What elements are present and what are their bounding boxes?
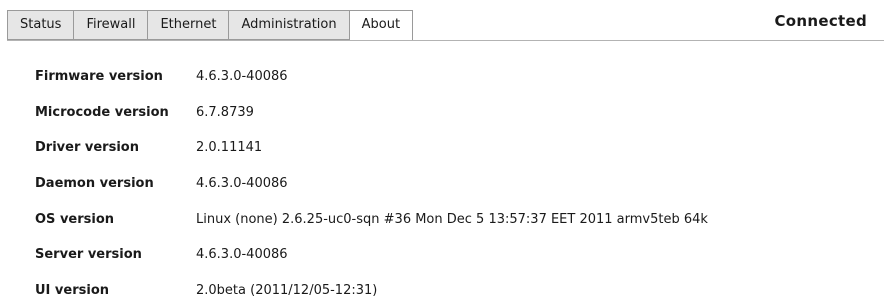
tab-bar: Status Firewall Ethernet Administration …	[7, 10, 414, 41]
microcode-version-label: Microcode version	[35, 104, 169, 120]
about-info-table: Firmware version 4.6.3.0-40086 Microcode…	[35, 60, 708, 307]
info-row-microcode: Microcode version 6.7.8739	[35, 96, 708, 132]
ui-version-label: UI version	[35, 283, 110, 299]
firmware-version-label: Firmware version	[35, 69, 163, 84]
os-version-value: Linux (none) 2.6.25-uc0-sqn #36 Mon Dec …	[196, 211, 708, 227]
microcode-version-value: 6.7.8739	[196, 104, 254, 120]
server-version-value: 4.6.3.0-40086	[196, 247, 288, 263]
info-row-driver: Driver version 2.0.11141	[35, 131, 708, 167]
info-row-daemon: Daemon version 4.6.3.0-40086	[35, 167, 708, 203]
info-row-os: OS version Linux (none) 2.6.25-uc0-sqn #…	[35, 203, 708, 239]
tab-ethernet[interactable]: Ethernet	[147, 10, 229, 40]
driver-version-value: 2.0.11141	[196, 140, 263, 156]
info-row-server: Server version 4.6.3.0-40086	[35, 238, 708, 274]
tab-divider	[7, 40, 884, 41]
os-version-label: OS version	[35, 211, 115, 227]
driver-version-label: Driver version	[35, 140, 139, 156]
tab-status[interactable]: Status	[7, 10, 74, 40]
connection-status: Connected	[774, 12, 867, 30]
tab-administration[interactable]: Administration	[228, 10, 349, 40]
info-row-firmware: Firmware version 4.6.3.0-40086	[35, 60, 708, 96]
firmware-version-value: 4.6.3.0-40086	[196, 69, 288, 84]
tab-about[interactable]: About	[348, 10, 414, 41]
app-frame: Status Firewall Ethernet Administration …	[0, 0, 891, 307]
daemon-version-value: 4.6.3.0-40086	[196, 176, 288, 192]
info-row-ui: UI version 2.0beta (2011/12/05-12:31)	[35, 274, 708, 307]
ui-version-value: 2.0beta (2011/12/05-12:31)	[196, 283, 378, 299]
daemon-version-label: Daemon version	[35, 176, 154, 192]
server-version-label: Server version	[35, 247, 142, 263]
tab-firewall[interactable]: Firewall	[73, 10, 148, 40]
